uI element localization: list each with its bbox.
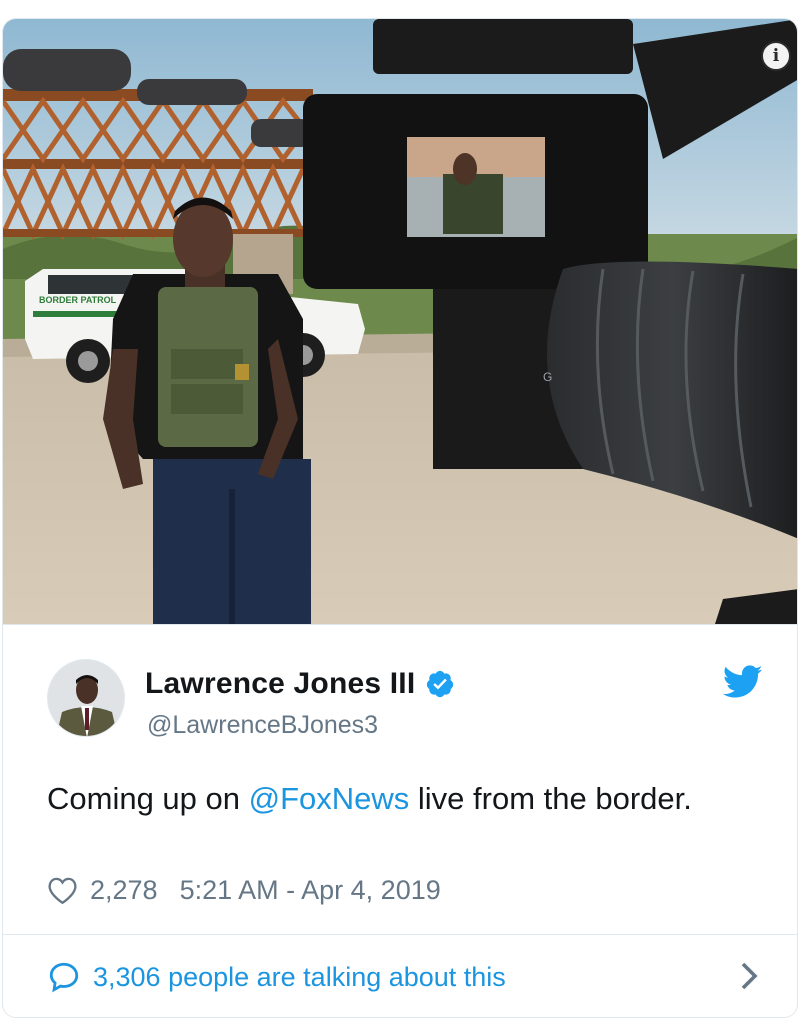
svg-text:BORDER PATROL: BORDER PATROL <box>39 295 117 305</box>
tweet-meta: 2,278 5:21 AM - Apr 4, 2019 <box>47 875 441 906</box>
tweet-text: Coming up on @FoxNews live from the bord… <box>47 775 747 823</box>
tweet-timestamp[interactable]: 5:21 AM - Apr 4, 2019 <box>180 875 441 906</box>
conversation-link[interactable]: 3,306 people are talking about this <box>93 962 506 993</box>
media-info-icon[interactable]: i <box>761 41 791 71</box>
tweet-photo[interactable]: BORDER PATROL G i <box>3 19 797 624</box>
conversation-footer[interactable]: 3,306 people are talking about this <box>3 934 797 1017</box>
twitter-bird-icon[interactable] <box>723 665 763 699</box>
heart-icon[interactable] <box>47 876 78 905</box>
author-avatar[interactable] <box>47 659 125 737</box>
chevron-right-icon[interactable] <box>739 961 759 991</box>
author-handle[interactable]: @LawrenceBJones3 <box>147 711 378 740</box>
verified-badge-icon <box>427 670 454 698</box>
author-name-row[interactable]: Lawrence Jones III <box>145 667 455 701</box>
author-name[interactable]: Lawrence Jones III <box>145 667 415 701</box>
chat-bubble-icon <box>49 962 79 993</box>
tweet-text-end: live from the border. <box>409 781 692 816</box>
embedded-tweet-card: BORDER PATROL G i Lawrence Jones III @La… <box>2 18 798 1018</box>
tweet-body: Lawrence Jones III @LawrenceBJones3 Comi… <box>3 624 797 934</box>
svg-text:G: G <box>543 370 552 384</box>
mention-link[interactable]: @FoxNews <box>249 781 410 816</box>
photo-scene: BORDER PATROL G <box>3 19 797 624</box>
avatar-image <box>48 660 124 736</box>
like-count[interactable]: 2,278 <box>90 875 158 906</box>
tweet-text-start: Coming up on <box>47 781 249 816</box>
